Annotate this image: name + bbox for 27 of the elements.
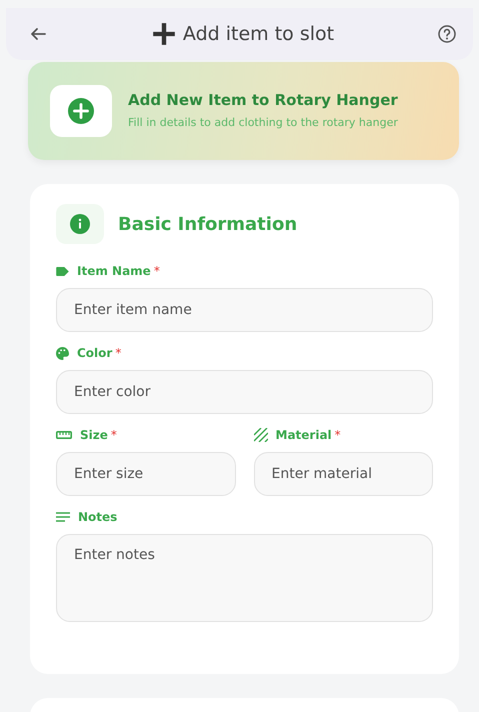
required-asterisk: * (115, 346, 122, 360)
texture-icon (254, 428, 268, 442)
field-label: Size (80, 428, 108, 442)
required-asterisk: * (334, 428, 341, 442)
tag-icon (56, 266, 69, 276)
input-field[interactable]: Enter item name (56, 288, 433, 332)
required-asterisk: * (110, 428, 117, 442)
section-title: Basic Information (118, 214, 298, 234)
help-icon[interactable] (437, 24, 457, 44)
field-label: Item Name (77, 264, 151, 278)
screen-title: Add item to slot (182, 23, 334, 45)
palette-icon (56, 346, 69, 360)
required-asterisk: * (154, 264, 160, 278)
ruler-icon (56, 431, 72, 439)
input-field[interactable]: Enter material (254, 452, 433, 496)
field-label: Material (276, 428, 332, 442)
notes-field[interactable]: Enter notes (56, 534, 433, 622)
input-field[interactable]: Enter color (56, 370, 433, 414)
add-circle-icon (68, 98, 94, 124)
banner-title: Add New Item to Rotary Hanger (128, 90, 398, 109)
banner-subtitle: Fill in details to add clothing to the rotary hanger (128, 114, 398, 131)
field-label: Color (77, 346, 112, 360)
info-icon (70, 214, 90, 234)
notes-icon (56, 512, 70, 522)
field-label: Notes (78, 510, 118, 524)
input-field[interactable]: Enter size (56, 452, 236, 496)
plus-icon (150, 21, 177, 47)
